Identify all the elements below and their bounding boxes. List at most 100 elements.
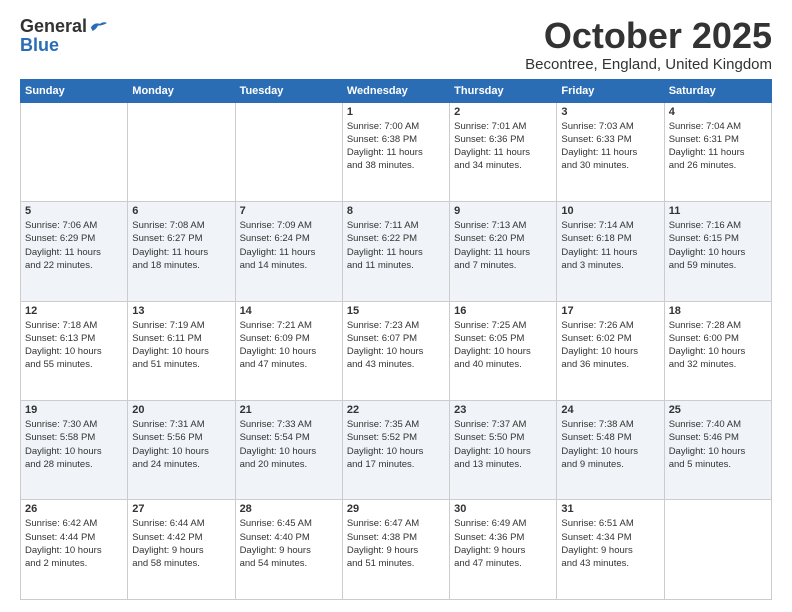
calendar-cell: 8 Sunrise: 7:11 AM Sunset: 6:22 PM Daylig… xyxy=(342,202,449,301)
day-number: 30 xyxy=(454,503,552,515)
calendar-cell: 2 Sunrise: 7:01 AM Sunset: 6:36 PM Daylig… xyxy=(450,102,557,201)
calendar-cell: 27 Sunrise: 6:44 AM Sunset: 4:42 PM Dayli… xyxy=(128,500,235,600)
day-info: Sunrise: 7:25 AM Sunset: 6:05 PM Dayligh… xyxy=(454,319,552,372)
calendar-week-4: 19 Sunrise: 7:30 AM Sunset: 5:58 PM Dayli… xyxy=(21,401,772,500)
calendar-cell: 13Sunrise: 7:19 AM Sunset: 6:11 PM Dayli… xyxy=(128,301,235,400)
calendar-week-2: 5 Sunrise: 7:06 AM Sunset: 6:29 PM Daylig… xyxy=(21,202,772,301)
page: General Blue October 2025 Becontree, Eng… xyxy=(0,0,792,612)
day-number: 15 xyxy=(347,305,445,317)
day-info: Sunrise: 7:13 AM Sunset: 6:20 PM Dayligh… xyxy=(454,219,552,272)
calendar-cell: 20Sunrise: 7:31 AM Sunset: 5:56 PM Dayli… xyxy=(128,401,235,500)
calendar-cell: 10 Sunrise: 7:14 AM Sunset: 6:18 PM Dayli… xyxy=(557,202,664,301)
calendar-cell: 3Sunrise: 7:03 AM Sunset: 6:33 PM Daylig… xyxy=(557,102,664,201)
calendar-week-1: 1Sunrise: 7:00 AM Sunset: 6:38 PM Daylig… xyxy=(21,102,772,201)
calendar-cell: 28Sunrise: 6:45 AM Sunset: 4:40 PM Dayli… xyxy=(235,500,342,600)
day-number: 24 xyxy=(561,404,659,416)
day-number: 29 xyxy=(347,503,445,515)
day-number: 6 xyxy=(132,205,230,217)
day-number: 9 xyxy=(454,205,552,217)
logo-bird-icon xyxy=(89,20,107,34)
calendar-cell: 24 Sunrise: 7:38 AM Sunset: 5:48 PM Dayli… xyxy=(557,401,664,500)
day-number: 25 xyxy=(669,404,767,416)
day-number: 19 xyxy=(25,404,123,416)
day-number: 23 xyxy=(454,404,552,416)
calendar-cell: 15Sunrise: 7:23 AM Sunset: 6:07 PM Dayli… xyxy=(342,301,449,400)
day-header-friday: Friday xyxy=(557,79,664,102)
calendar-cell: 17 Sunrise: 7:26 AM Sunset: 6:02 PM Dayli… xyxy=(557,301,664,400)
calendar-cell: 5 Sunrise: 7:06 AM Sunset: 6:29 PM Daylig… xyxy=(21,202,128,301)
calendar-cell: 7 Sunrise: 7:09 AM Sunset: 6:24 PM Daylig… xyxy=(235,202,342,301)
day-number: 2 xyxy=(454,106,552,118)
day-info: Sunrise: 7:01 AM Sunset: 6:36 PM Dayligh… xyxy=(454,120,552,173)
day-number: 8 xyxy=(347,205,445,217)
day-number: 18 xyxy=(669,305,767,317)
calendar-cell: 23 Sunrise: 7:37 AM Sunset: 5:50 PM Dayli… xyxy=(450,401,557,500)
calendar-cell: 16Sunrise: 7:25 AM Sunset: 6:05 PM Dayli… xyxy=(450,301,557,400)
day-number: 31 xyxy=(561,503,659,515)
day-info: Sunrise: 7:11 AM Sunset: 6:22 PM Dayligh… xyxy=(347,219,445,272)
day-info: Sunrise: 7:08 AM Sunset: 6:27 PM Dayligh… xyxy=(132,219,230,272)
day-info: Sunrise: 6:44 AM Sunset: 4:42 PM Dayligh… xyxy=(132,517,230,570)
day-info: Sunrise: 7:40 AM Sunset: 5:46 PM Dayligh… xyxy=(669,418,767,471)
day-info: Sunrise: 7:16 AM Sunset: 6:15 PM Dayligh… xyxy=(669,219,767,272)
calendar-cell xyxy=(128,102,235,201)
day-number: 14 xyxy=(240,305,338,317)
day-number: 22 xyxy=(347,404,445,416)
day-number: 10 xyxy=(561,205,659,217)
calendar-week-5: 26 Sunrise: 6:42 AM Sunset: 4:44 PM Dayli… xyxy=(21,500,772,600)
day-info: Sunrise: 7:21 AM Sunset: 6:09 PM Dayligh… xyxy=(240,319,338,372)
day-info: Sunrise: 6:51 AM Sunset: 4:34 PM Dayligh… xyxy=(561,517,659,570)
day-header-sunday: Sunday xyxy=(21,79,128,102)
logo: General Blue xyxy=(20,16,107,56)
day-info: Sunrise: 7:28 AM Sunset: 6:00 PM Dayligh… xyxy=(669,319,767,372)
day-number: 12 xyxy=(25,305,123,317)
day-info: Sunrise: 7:31 AM Sunset: 5:56 PM Dayligh… xyxy=(132,418,230,471)
day-header-thursday: Thursday xyxy=(450,79,557,102)
day-info: Sunrise: 7:00 AM Sunset: 6:38 PM Dayligh… xyxy=(347,120,445,173)
day-header-monday: Monday xyxy=(128,79,235,102)
calendar-cell: 26 Sunrise: 6:42 AM Sunset: 4:44 PM Dayli… xyxy=(21,500,128,600)
day-info: Sunrise: 6:42 AM Sunset: 4:44 PM Dayligh… xyxy=(25,517,123,570)
calendar-cell: 14 Sunrise: 7:21 AM Sunset: 6:09 PM Dayli… xyxy=(235,301,342,400)
day-info: Sunrise: 7:18 AM Sunset: 6:13 PM Dayligh… xyxy=(25,319,123,372)
calendar-cell xyxy=(664,500,771,600)
day-number: 7 xyxy=(240,205,338,217)
day-info: Sunrise: 6:47 AM Sunset: 4:38 PM Dayligh… xyxy=(347,517,445,570)
day-header-saturday: Saturday xyxy=(664,79,771,102)
calendar-table: SundayMondayTuesdayWednesdayThursdayFrid… xyxy=(20,79,772,600)
day-info: Sunrise: 7:06 AM Sunset: 6:29 PM Dayligh… xyxy=(25,219,123,272)
calendar-cell: 31 Sunrise: 6:51 AM Sunset: 4:34 PM Dayli… xyxy=(557,500,664,600)
calendar-cell: 25 Sunrise: 7:40 AM Sunset: 5:46 PM Dayli… xyxy=(664,401,771,500)
calendar-cell xyxy=(21,102,128,201)
calendar-week-3: 12 Sunrise: 7:18 AM Sunset: 6:13 PM Dayli… xyxy=(21,301,772,400)
day-info: Sunrise: 7:35 AM Sunset: 5:52 PM Dayligh… xyxy=(347,418,445,471)
day-number: 21 xyxy=(240,404,338,416)
day-info: Sunrise: 7:04 AM Sunset: 6:31 PM Dayligh… xyxy=(669,120,767,173)
day-number: 26 xyxy=(25,503,123,515)
day-info: Sunrise: 6:45 AM Sunset: 4:40 PM Dayligh… xyxy=(240,517,338,570)
day-number: 4 xyxy=(669,106,767,118)
day-info: Sunrise: 7:37 AM Sunset: 5:50 PM Dayligh… xyxy=(454,418,552,471)
calendar-cell: 18 Sunrise: 7:28 AM Sunset: 6:00 PM Dayli… xyxy=(664,301,771,400)
calendar-cell: 11 Sunrise: 7:16 AM Sunset: 6:15 PM Dayli… xyxy=(664,202,771,301)
day-info: Sunrise: 6:49 AM Sunset: 4:36 PM Dayligh… xyxy=(454,517,552,570)
day-number: 17 xyxy=(561,305,659,317)
calendar-cell: 29 Sunrise: 6:47 AM Sunset: 4:38 PM Dayli… xyxy=(342,500,449,600)
day-number: 11 xyxy=(669,205,767,217)
calendar-cell: 4 Sunrise: 7:04 AM Sunset: 6:31 PM Daylig… xyxy=(664,102,771,201)
day-info: Sunrise: 7:09 AM Sunset: 6:24 PM Dayligh… xyxy=(240,219,338,272)
logo-general-text: General xyxy=(20,16,87,37)
day-number: 5 xyxy=(25,205,123,217)
day-info: Sunrise: 7:30 AM Sunset: 5:58 PM Dayligh… xyxy=(25,418,123,471)
day-info: Sunrise: 7:38 AM Sunset: 5:48 PM Dayligh… xyxy=(561,418,659,471)
day-number: 27 xyxy=(132,503,230,515)
day-info: Sunrise: 7:19 AM Sunset: 6:11 PM Dayligh… xyxy=(132,319,230,372)
logo-blue-text: Blue xyxy=(20,35,59,56)
calendar-cell: 1Sunrise: 7:00 AM Sunset: 6:38 PM Daylig… xyxy=(342,102,449,201)
header: General Blue October 2025 Becontree, Eng… xyxy=(20,16,772,73)
day-info: Sunrise: 7:26 AM Sunset: 6:02 PM Dayligh… xyxy=(561,319,659,372)
day-info: Sunrise: 7:14 AM Sunset: 6:18 PM Dayligh… xyxy=(561,219,659,272)
calendar-header-row: SundayMondayTuesdayWednesdayThursdayFrid… xyxy=(21,79,772,102)
calendar-cell: 19 Sunrise: 7:30 AM Sunset: 5:58 PM Dayli… xyxy=(21,401,128,500)
day-header-tuesday: Tuesday xyxy=(235,79,342,102)
